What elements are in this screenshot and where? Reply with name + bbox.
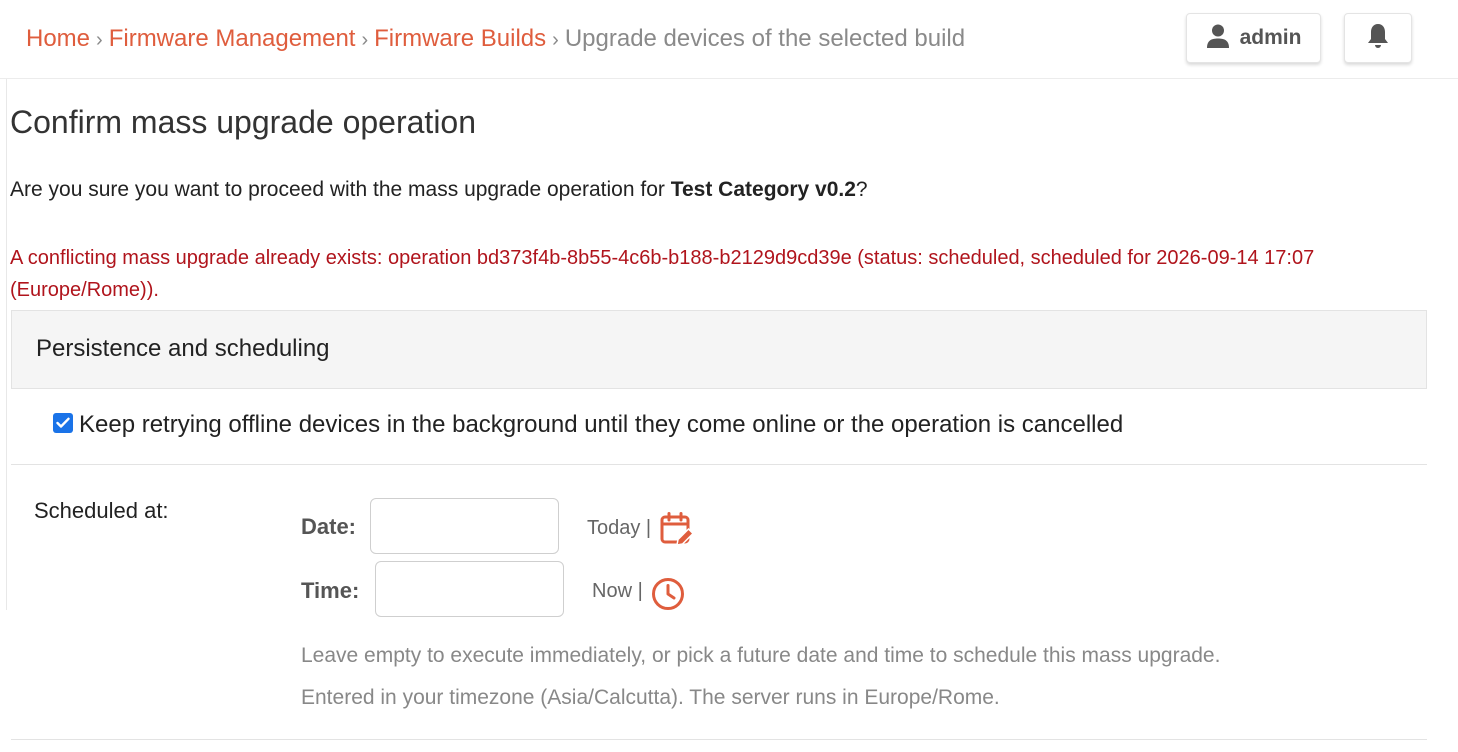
breadcrumb-separator: › <box>552 29 559 51</box>
scheduled-at-label: Scheduled at: <box>34 498 169 523</box>
person-icon <box>1206 23 1230 54</box>
conflict-warning: A conflicting mass upgrade already exist… <box>10 247 1315 301</box>
schedule-help-text: Leave empty to execute immediately, or p… <box>301 644 1221 667</box>
date-label: Date: <box>301 514 357 539</box>
content-left-border <box>6 79 7 610</box>
breadcrumb: Home › Firmware Management › Firmware Builds… <box>26 24 965 55</box>
notifications-button[interactable] <box>1344 13 1412 63</box>
breadcrumb-firmware-builds-link[interactable]: Firmware Builds <box>374 25 546 52</box>
page-title: Confirm mass upgrade operation <box>10 104 477 140</box>
persistence-section-header: Persistence and scheduling <box>11 310 1427 389</box>
user-menu-button[interactable]: admin <box>1186 13 1321 63</box>
breadcrumb-firmware-management-link[interactable]: Firmware Management <box>109 25 356 52</box>
build-name: Test Category v0.2 <box>670 178 856 201</box>
checkmark-icon <box>56 417 70 428</box>
top-bar: Home › Firmware Management › Firmware Builds… <box>0 0 1458 79</box>
bell-icon <box>1366 22 1390 55</box>
breadcrumb-separator: › <box>96 29 103 51</box>
time-input[interactable] <box>375 561 564 617</box>
confirm-prefix: Are you sure you want to proceed with th… <box>10 178 671 201</box>
now-shortcut-link[interactable]: Now | <box>592 580 643 603</box>
confirm-suffix: ? <box>855 178 868 201</box>
section-title: Persistence and scheduling <box>36 335 330 362</box>
clock-icon[interactable] <box>651 577 685 616</box>
calendar-edit-icon[interactable] <box>660 512 696 553</box>
retry-checkbox[interactable] <box>53 413 73 433</box>
retry-option-row: Keep retrying offline devices in the bac… <box>11 390 1427 465</box>
breadcrumb-current: Upgrade devices of the selected build <box>564 25 966 52</box>
user-name: admin <box>1239 26 1302 49</box>
timezone-help-text: Entered in your timezone (Asia/Calcutta)… <box>301 686 1000 709</box>
breadcrumb-separator: › <box>361 29 369 51</box>
section-divider <box>11 739 1427 740</box>
breadcrumb-home-link[interactable]: Home <box>26 25 90 52</box>
time-label: Time: <box>301 578 360 603</box>
confirm-question: Are you sure you want to proceed with th… <box>10 176 868 204</box>
date-input[interactable] <box>370 498 559 554</box>
retry-checkbox-label[interactable]: Keep retrying offline devices in the bac… <box>79 410 1123 440</box>
today-shortcut-link[interactable]: Today | <box>587 517 651 540</box>
